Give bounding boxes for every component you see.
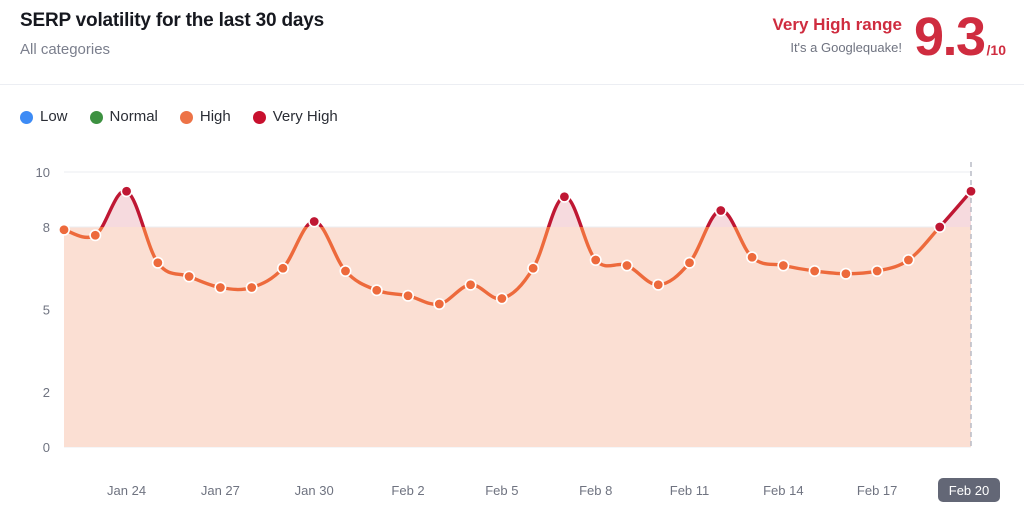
chart-legend: Low Normal High Very High (20, 108, 338, 126)
data-point[interactable] (151, 256, 164, 269)
range-text-group: Very High range It's a Googlequake! (773, 10, 914, 57)
score-value: 9.3 (913, 7, 986, 67)
data-point[interactable] (714, 204, 727, 217)
y-axis-tick-label: 10 (36, 165, 50, 180)
x-axis-tick-label[interactable]: Feb 2 (391, 483, 424, 498)
data-point[interactable] (214, 281, 227, 294)
volatility-chart: 0 2 5 8 10 Jan 24 Jan 27 Jan 30 Feb 2 Feb 5 Feb 8 F… (0, 145, 1024, 531)
range-label: Very High range (772, 15, 902, 34)
data-point[interactable] (964, 185, 977, 198)
legend-item-high[interactable]: High (179, 108, 231, 126)
y-axis-tick-label: 5 (43, 303, 50, 318)
score-summary: Very High range It's a Googlequake! 9.3 … (773, 10, 1006, 64)
data-point[interactable] (933, 221, 946, 234)
x-axis: Jan 24 Jan 27 Jan 30 Feb 2 Feb 5 Feb 8 Feb 11 F… (107, 478, 1000, 502)
data-point[interactable] (777, 259, 790, 272)
legend-swatch-icon (89, 110, 103, 124)
data-point[interactable] (871, 265, 884, 278)
page-title: SERP volatility for the last 30 days (20, 10, 324, 31)
data-point[interactable] (589, 254, 602, 267)
data-point[interactable] (652, 278, 665, 291)
data-point[interactable] (57, 223, 70, 236)
legend-swatch-icon (252, 110, 266, 124)
legend-item-label: Low (40, 108, 68, 125)
data-point[interactable] (495, 292, 508, 305)
score-block: 9.3 /10 (914, 10, 1006, 64)
data-point[interactable] (839, 267, 852, 280)
data-point[interactable] (902, 254, 915, 267)
legend-item-very-high[interactable]: Very High (252, 108, 338, 126)
y-axis-tick-label: 0 (43, 440, 50, 455)
data-point[interactable] (339, 265, 352, 278)
legend-item-label: High (199, 108, 231, 125)
x-axis-tick-label[interactable]: Feb 5 (485, 483, 518, 498)
x-axis-active-tick-label[interactable]: Feb 20 (949, 483, 989, 498)
data-point[interactable] (183, 270, 196, 283)
x-axis-tick-label[interactable]: Jan 30 (295, 483, 334, 498)
x-axis-tick-label[interactable]: Jan 24 (107, 483, 146, 498)
y-axis: 0 2 5 8 10 (36, 165, 50, 455)
legend-item-normal[interactable]: Normal (89, 108, 158, 126)
y-axis-tick-label: 8 (43, 220, 50, 235)
data-point[interactable] (558, 190, 571, 203)
data-point[interactable] (746, 251, 759, 264)
legend-swatch-icon (179, 110, 193, 124)
legend-swatch-icon (20, 110, 33, 124)
x-axis-tick-label[interactable]: Jan 27 (201, 483, 240, 498)
range-note: It's a Googlequake! (790, 40, 902, 55)
y-axis-tick-label: 2 (43, 385, 50, 400)
volatility-chart-svg: 0 2 5 8 10 Jan 24 Jan 27 Jan 30 Feb 2 Feb 5 Feb 8 F… (36, 162, 1000, 502)
data-point[interactable] (683, 256, 696, 269)
legend-item-label: Very High (272, 108, 338, 125)
x-axis-tick-label[interactable]: Feb 14 (763, 483, 803, 498)
data-point[interactable] (808, 265, 821, 278)
header-title-group: SERP volatility for the last 30 days All… (20, 8, 324, 60)
data-point[interactable] (89, 229, 102, 242)
data-point[interactable] (308, 215, 321, 228)
data-point[interactable] (276, 262, 289, 275)
data-point[interactable] (370, 284, 383, 297)
page-subtitle: All categories (20, 41, 111, 58)
data-point[interactable] (433, 298, 446, 311)
data-point[interactable] (402, 289, 415, 302)
x-axis-tick-label[interactable]: Feb 17 (857, 483, 897, 498)
data-point[interactable] (464, 278, 477, 291)
data-point[interactable] (527, 262, 540, 275)
legend-item-low[interactable]: Low (20, 108, 68, 126)
x-axis-tick-label[interactable]: Feb 11 (670, 483, 710, 498)
chart-header: SERP volatility for the last 30 days All… (0, 0, 1024, 85)
band-very-high (64, 172, 971, 227)
data-point[interactable] (620, 259, 633, 272)
x-axis-tick-label[interactable]: Feb 8 (579, 483, 612, 498)
data-point[interactable] (245, 281, 258, 294)
data-point[interactable] (120, 185, 133, 198)
legend-item-label: Normal (109, 108, 158, 125)
score-max: /10 (986, 42, 1006, 58)
